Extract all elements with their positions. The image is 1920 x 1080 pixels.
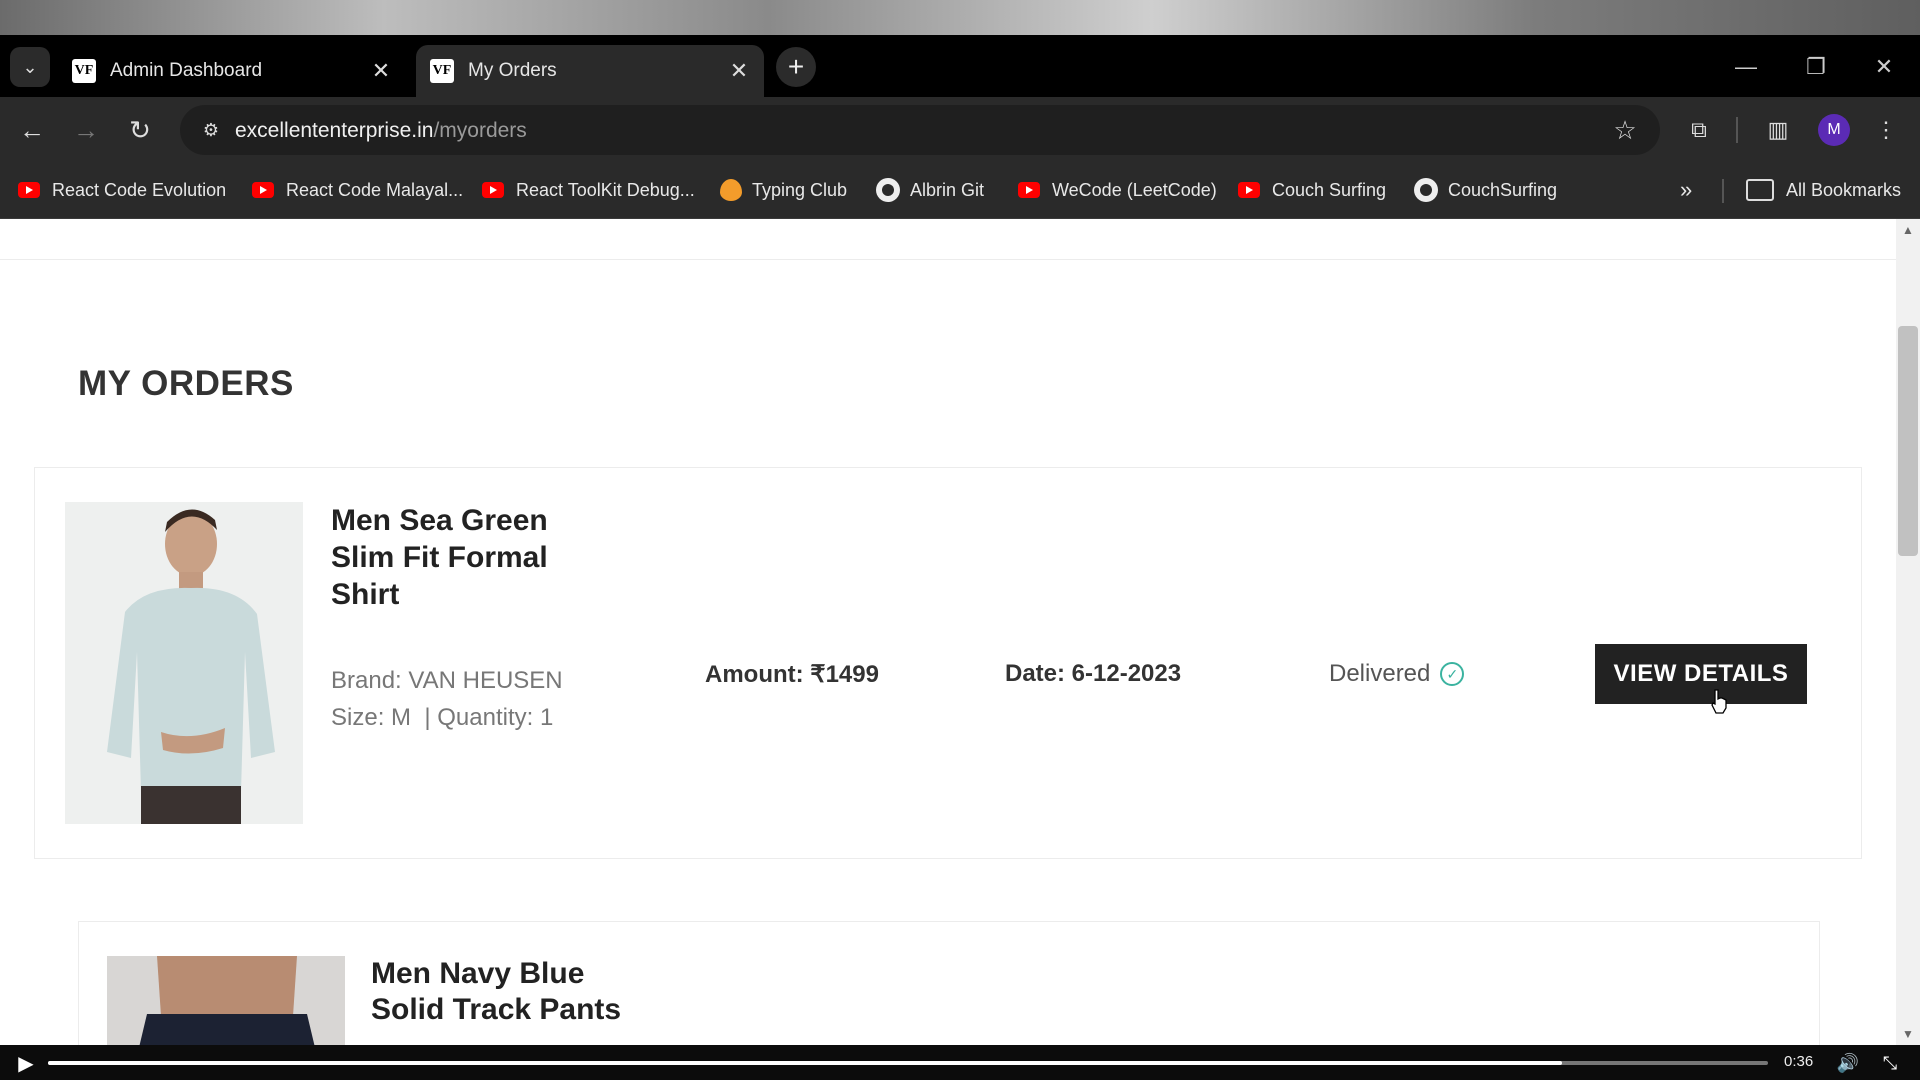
all-bookmarks-button[interactable]: All Bookmarks: [1746, 175, 1901, 205]
video-controls: ▶ 0:36 🔊 ⤡: [0, 1045, 1920, 1080]
bookmark-item[interactable]: React Code Evolution: [18, 175, 226, 205]
video-time: 0:36: [1784, 1053, 1814, 1070]
bookmark-item[interactable]: React ToolKit Debug...: [482, 175, 695, 205]
tab-admin-dashboard[interactable]: VF Admin Dashboard ✕: [58, 45, 406, 97]
tab-title: Admin Dashboard: [110, 60, 263, 81]
github-icon: [876, 178, 900, 202]
youtube-icon: [482, 182, 504, 198]
bookmark-label: React Code Evolution: [52, 179, 227, 200]
play-icon[interactable]: ▶: [14, 1051, 38, 1075]
folder-icon: [1746, 179, 1774, 201]
product-name-line: Slim Fit Formal: [331, 541, 548, 574]
browser-toolbar: ← → ↻ ⚙ excellententerprise.in/myorders …: [0, 97, 1920, 163]
page-viewport: MY ORDERS Men Sea Green Slim Fit Formal …: [0, 219, 1896, 1045]
scroll-down-icon[interactable]: ▼: [1900, 1026, 1916, 1042]
status-text: Delivered: [1329, 660, 1431, 687]
site-favicon-icon: VF: [72, 59, 96, 83]
product-name[interactable]: Men Navy Blue Solid Track Pants: [371, 956, 621, 1028]
trackpants-model-image: [107, 956, 345, 1045]
bookmark-item[interactable]: React Code Malayal...: [252, 175, 463, 205]
bookmark-item[interactable]: CouchSurfing: [1414, 175, 1557, 205]
close-window-icon[interactable]: ✕: [1864, 47, 1904, 87]
shirt-model-image: [65, 502, 303, 824]
product-size-quantity: Size: M | Quantity: 1: [331, 704, 554, 731]
all-bookmarks-label: All Bookmarks: [1786, 179, 1902, 200]
bookmark-label: Couch Surfing: [1272, 179, 1387, 200]
product-meta: Brand: VAN HEUSEN Size: M | Quantity: 1: [331, 662, 563, 736]
bookmark-item[interactable]: WeCode (LeetCode): [1018, 175, 1217, 205]
tab-my-orders[interactable]: VF My Orders ✕: [416, 45, 764, 97]
youtube-icon: [1238, 182, 1260, 198]
product-image[interactable]: [65, 502, 303, 824]
volume-icon[interactable]: 🔊: [1836, 1051, 1860, 1075]
product-name-line: Solid Track Pants: [371, 993, 622, 1026]
fire-icon: [720, 179, 742, 201]
bookmark-label: React Code Malayal...: [286, 179, 464, 200]
toolbar-divider: [1736, 117, 1738, 143]
order-amount: Amount: ₹1499: [705, 661, 879, 688]
youtube-icon: [1018, 182, 1040, 198]
profile-avatar[interactable]: M: [1818, 114, 1850, 146]
product-name-line: Men Sea Green: [331, 504, 548, 537]
bookmarks-bar: React Code Evolution React Code Malayal.…: [0, 163, 1920, 219]
video-progress-bar[interactable]: [48, 1061, 1768, 1065]
youtube-icon: [252, 182, 274, 198]
forward-icon[interactable]: →: [66, 110, 106, 150]
tab-search-button[interactable]: ⌄: [10, 47, 50, 87]
bookmark-label: Albrin Git: [910, 179, 985, 200]
side-panel-icon[interactable]: ▥: [1758, 110, 1798, 150]
bookmark-item[interactable]: Typing Club: [720, 175, 847, 205]
restore-icon[interactable]: ❐: [1796, 47, 1836, 87]
close-tab-icon[interactable]: ✕: [724, 56, 754, 86]
product-name[interactable]: Men Sea Green Slim Fit Formal Shirt: [331, 502, 548, 613]
screen: ⌄ VF Admin Dashboard ✕ VF My Orders ✕ + …: [0, 0, 1920, 1080]
url-text[interactable]: excellententerprise.in/myorders: [235, 119, 527, 143]
order-card: Men Sea Green Slim Fit Formal Shirt Bran…: [34, 467, 1862, 859]
github-icon: [1414, 178, 1438, 202]
scrollbar-thumb[interactable]: [1898, 326, 1918, 556]
bookmark-item[interactable]: Albrin Git: [876, 175, 984, 205]
hand-cursor-icon: [1711, 689, 1727, 714]
bookmark-star-icon[interactable]: ☆: [1610, 115, 1640, 145]
bookmark-label: CouchSurfing: [1448, 179, 1558, 200]
product-name-line: Shirt: [331, 578, 400, 611]
bookmark-label: WeCode (LeetCode): [1052, 179, 1217, 200]
order-card: Men Navy Blue Solid Track Pants: [78, 921, 1820, 1045]
video-progress-fill: [48, 1061, 1562, 1065]
more-bookmarks-icon[interactable]: »: [1680, 175, 1692, 205]
reload-icon[interactable]: ↻: [120, 110, 160, 150]
browser-tabbar: ⌄ VF Admin Dashboard ✕ VF My Orders ✕ + …: [0, 35, 1920, 97]
header-divider: [0, 259, 1896, 260]
order-date: Date: 6-12-2023: [1005, 660, 1182, 687]
page-title: MY ORDERS: [78, 364, 294, 403]
product-brand: Brand: VAN HEUSEN: [331, 667, 563, 694]
product-name-line: Men Navy Blue: [371, 957, 585, 990]
bookmark-label: React ToolKit Debug...: [516, 179, 695, 200]
url-path: /myorders: [433, 119, 527, 142]
product-image[interactable]: [107, 956, 345, 1045]
menu-icon[interactable]: ⋮: [1866, 110, 1906, 150]
site-favicon-icon: VF: [430, 59, 454, 83]
back-icon[interactable]: ←: [12, 110, 52, 150]
new-tab-button[interactable]: +: [776, 47, 816, 87]
minimize-icon[interactable]: —: [1726, 47, 1766, 87]
site-info-icon[interactable]: ⚙: [196, 115, 226, 145]
extensions-icon[interactable]: ⧉: [1679, 110, 1719, 150]
bookmark-label: Typing Club: [752, 179, 848, 200]
bookmarks-divider: [1722, 179, 1724, 203]
check-circle-icon: ✓: [1440, 662, 1465, 686]
order-status: Delivered ✓: [1329, 660, 1465, 688]
url-host: excellententerprise.in: [235, 119, 434, 142]
close-tab-icon[interactable]: ✕: [366, 56, 396, 86]
bookmark-item[interactable]: Couch Surfing: [1238, 175, 1386, 205]
view-details-button[interactable]: VIEW DETAILS: [1595, 644, 1807, 704]
youtube-icon: [18, 182, 40, 198]
scroll-up-icon[interactable]: ▲: [1900, 222, 1916, 238]
video-letterbox-top: [0, 0, 1920, 35]
fullscreen-exit-icon[interactable]: ⤡: [1878, 1051, 1902, 1075]
address-bar[interactable]: ⚙ excellententerprise.in/myorders ☆: [180, 105, 1660, 155]
tab-title: My Orders: [468, 60, 557, 81]
